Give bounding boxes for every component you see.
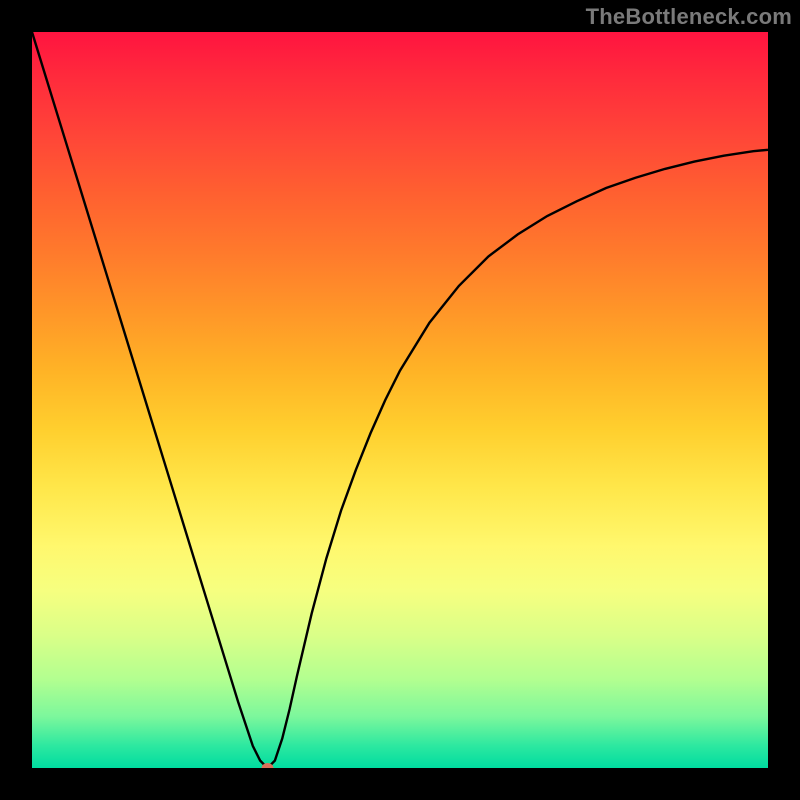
plot-area bbox=[32, 32, 768, 768]
watermark-text: TheBottleneck.com bbox=[586, 4, 792, 30]
chart-frame: TheBottleneck.com bbox=[0, 0, 800, 800]
curve-svg bbox=[32, 32, 768, 768]
bottleneck-curve bbox=[32, 32, 768, 768]
